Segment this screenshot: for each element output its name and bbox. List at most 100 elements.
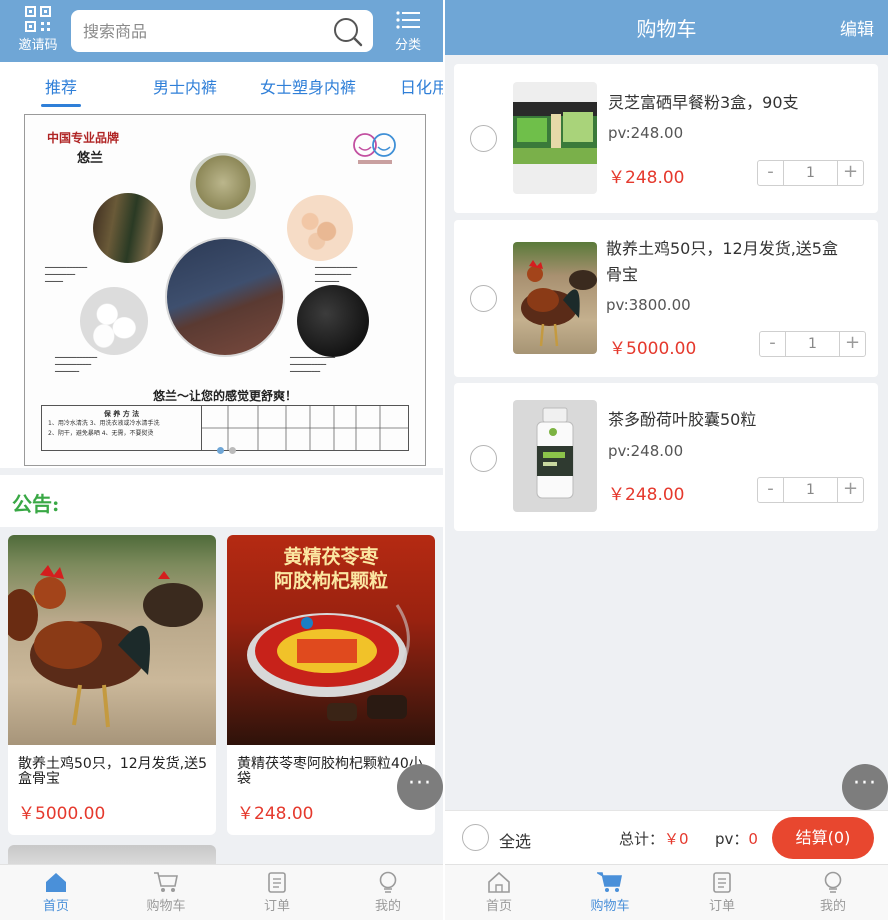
rooster-illustration	[8, 565, 203, 728]
banner-cocoon-image	[80, 287, 148, 355]
promo-banner-area: 中国专业品牌 悠兰 ━━━━━━━━━━━━━━ ━━━━━━━━━━ ━━━━━━	[0, 110, 443, 468]
nav-profile[interactable]: 我的	[353, 871, 423, 914]
product-card[interactable]: 散养土鸡50只，12月发货,送5盒骨宝 ￥5000.00	[8, 535, 216, 835]
cart-item-checkbox[interactable]	[470, 445, 497, 472]
breakfast-powder-image	[513, 102, 597, 164]
cart-item-title: 灵芝富硒早餐粉3盒，90支	[608, 93, 799, 112]
cart-item-thumbnail[interactable]	[513, 242, 597, 354]
cart-item-thumbnail[interactable]	[513, 82, 597, 194]
more-button[interactable]: ···	[397, 764, 443, 810]
care-line-1: 1、用冷水清洗 3、用洗衣液或冷水清手洗	[48, 420, 160, 427]
quantity-stepper[interactable]: - +	[759, 331, 866, 357]
banner-fabric-image	[297, 285, 369, 357]
select-all-checkbox[interactable]	[462, 824, 489, 851]
category-button[interactable]: 分类	[388, 6, 428, 56]
cart-item-thumbnail[interactable]	[513, 400, 597, 512]
banner-indicator-dot-active[interactable]	[217, 447, 224, 454]
product-name: 散养土鸡50只，12月发货,送5盒骨宝	[18, 756, 207, 787]
select-all-label[interactable]: 全选	[499, 828, 531, 852]
cart-title: 购物车	[636, 17, 697, 41]
promo-banner[interactable]: 中国专业品牌 悠兰 ━━━━━━━━━━━━━━ ━━━━━━━━━━ ━━━━━━	[24, 114, 426, 466]
cart-screen: 购物车 编辑 灵芝富硒早餐粉3盒，90支 pv:248.00 ￥248.00 -…	[445, 0, 888, 920]
home-header: 邀请码 分类	[0, 0, 443, 62]
banner-brand-text: 中国专业品牌	[47, 131, 120, 145]
banner-yarn-image	[190, 153, 256, 219]
total-amount: 总计：￥0	[619, 830, 689, 848]
cart-item-title: 散养土鸡50只，12月发货,送5盒	[606, 239, 838, 258]
cart-item-title-line-2: 骨宝	[606, 265, 639, 284]
product-image-chickens	[8, 535, 216, 745]
banner-indicator-dot[interactable]	[229, 447, 236, 454]
cart-icon	[597, 872, 622, 892]
tab-womens-shapewear[interactable]: 女士塑身内裤	[260, 74, 356, 98]
search-icon[interactable]	[333, 17, 363, 47]
cart-item-title: 茶多酚荷叶胶囊50粒	[608, 410, 757, 429]
total-value: ￥0	[664, 830, 689, 848]
decrement-button[interactable]: -	[760, 332, 786, 356]
brand-logo-icon	[353, 133, 396, 164]
checkout-button[interactable]: 结算(0)	[772, 817, 874, 859]
nav-orders[interactable]: 订单	[242, 871, 312, 914]
nav-cart[interactable]: 购物车	[575, 871, 645, 914]
search-box[interactable]	[71, 10, 373, 52]
tab-mens-underwear[interactable]: 男士内裤	[153, 74, 217, 98]
profile-icon	[379, 871, 397, 893]
category-tabs: 推荐 男士内裤 女士塑身内裤 日化用	[0, 62, 443, 110]
cart-item-pv: pv:248.00	[608, 442, 684, 460]
nav-home[interactable]: 首页	[21, 871, 91, 914]
chicken-image	[521, 260, 597, 347]
category-label: 分类	[394, 38, 421, 53]
cart-item: 灵芝富硒早餐粉3盒，90支 pv:248.00 ￥248.00 - +	[454, 64, 878, 213]
quantity-stepper[interactable]: - +	[757, 160, 864, 186]
cart-icon	[154, 872, 178, 892]
quantity-input[interactable]	[784, 478, 837, 502]
total-pv: pv：0	[715, 830, 758, 848]
cart-item-price: ￥248.00	[608, 168, 685, 188]
product-price: ￥248.00	[237, 804, 314, 824]
decrement-button[interactable]: -	[758, 161, 784, 185]
bottom-nav: 首页 购物车 订单 我的	[445, 864, 888, 920]
edit-button[interactable]: 编辑	[840, 15, 874, 40]
more-button[interactable]: ···	[842, 764, 888, 810]
orders-icon	[713, 872, 731, 893]
decrement-button[interactable]: -	[758, 478, 784, 502]
capsule-bottle-image	[536, 407, 574, 499]
nav-orders[interactable]: 订单	[687, 871, 757, 914]
nav-home[interactable]: 首页	[464, 871, 534, 914]
cart-item-pv: pv:3800.00	[606, 296, 691, 314]
nav-cart[interactable]: 购物车	[131, 871, 201, 914]
quantity-input[interactable]	[786, 332, 839, 356]
nav-profile[interactable]: 我的	[798, 871, 868, 914]
cart-item-checkbox[interactable]	[470, 125, 497, 152]
invite-code-button[interactable]: 邀请码	[10, 4, 66, 58]
orders-icon	[268, 872, 286, 893]
home-icon	[46, 873, 66, 892]
banner-underwear-image	[165, 237, 285, 357]
profile-icon	[824, 871, 842, 893]
cart-item: 茶多酚荷叶胶囊50粒 pv:248.00 ￥248.00 - +	[454, 383, 878, 531]
increment-button[interactable]: +	[839, 332, 865, 356]
quantity-stepper[interactable]: - +	[757, 477, 864, 503]
qr-code-icon	[25, 6, 51, 32]
tab-recommend[interactable]: 推荐	[40, 74, 82, 107]
increment-button[interactable]: +	[837, 478, 863, 502]
pv-value: 0	[748, 830, 758, 848]
notice-bar: 公告:	[0, 475, 443, 527]
search-input[interactable]	[83, 10, 323, 52]
cart-item-price: ￥5000.00	[609, 339, 697, 359]
product-price: ￥5000.00	[18, 804, 106, 824]
list-menu-icon	[396, 11, 420, 29]
tab-daily-chemicals[interactable]: 日化用	[400, 74, 443, 98]
increment-button[interactable]: +	[837, 161, 863, 185]
banner-name-text: 悠兰	[77, 151, 104, 166]
home-icon	[488, 871, 510, 893]
notice-label: 公告:	[12, 492, 60, 516]
quantity-input[interactable]	[784, 161, 837, 185]
cart-item: 散养土鸡50只，12月发货,送5盒 骨宝 pv:3800.00 ￥5000.00…	[454, 220, 878, 377]
cart-header: 购物车 编辑	[445, 0, 888, 55]
cart-item-checkbox[interactable]	[470, 285, 497, 312]
bottom-nav: 首页 购物车 订单 我的	[0, 864, 443, 920]
banner-forest-image	[93, 193, 163, 263]
care-line-2: 2、阴干，避免暴晒 4、无需，不要熨烫	[48, 430, 154, 437]
banner-slogan: 悠兰～让您的感觉更舒爽！	[152, 389, 297, 403]
